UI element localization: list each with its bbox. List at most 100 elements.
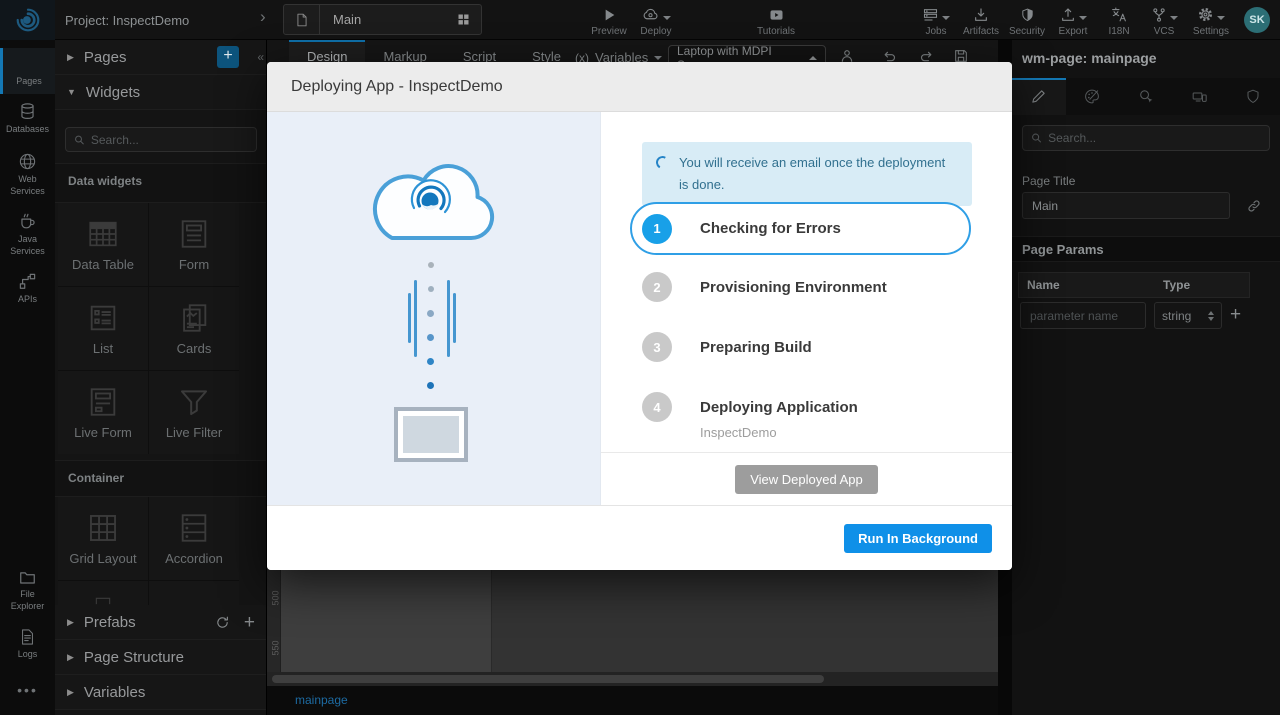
view-deployed-app-button[interactable]: View Deployed App xyxy=(735,465,878,494)
tab-properties[interactable] xyxy=(1012,78,1066,115)
coffee-cup-icon xyxy=(18,212,37,231)
search-icon xyxy=(74,134,85,146)
param-name-input[interactable] xyxy=(1020,302,1146,329)
rail-item-web-services[interactable]: WebServices xyxy=(0,152,55,208)
i18n-button[interactable]: I18N xyxy=(1095,5,1143,37)
caret-down-icon xyxy=(654,56,662,60)
rail-item-apis[interactable]: APIs xyxy=(0,272,55,318)
jobs-button[interactable]: Jobs xyxy=(912,5,960,37)
vcs-button[interactable]: VCS xyxy=(1140,5,1188,37)
deploy-button[interactable]: Deploy xyxy=(632,5,680,37)
variables-section-header[interactable]: ▶ Variables xyxy=(55,675,267,710)
preview-button[interactable]: Preview xyxy=(585,5,633,37)
user-avatar[interactable]: SK xyxy=(1244,7,1270,33)
rail-item-file-explorer[interactable]: FileExplorer xyxy=(0,568,55,624)
param-type-select[interactable]: string xyxy=(1154,302,1222,329)
selected-element-title: wm-page: mainpage xyxy=(1022,50,1157,66)
git-branch-icon xyxy=(1151,7,1167,23)
caret-down-icon xyxy=(1217,16,1225,20)
caret-down-icon xyxy=(663,16,671,20)
stream-dot xyxy=(427,358,434,365)
collapse-panel-icon[interactable]: « xyxy=(257,50,264,64)
stream-dot xyxy=(428,286,434,292)
tab-styles[interactable] xyxy=(1066,78,1120,115)
wavemaker-logo[interactable] xyxy=(0,0,55,40)
step-provisioning: 2 Provisioning Environment xyxy=(642,272,887,302)
widget-live-filter[interactable]: Live Filter xyxy=(149,371,239,454)
page-selector[interactable]: Main xyxy=(283,4,482,35)
export-button[interactable]: Export xyxy=(1049,5,1097,37)
stream-dot xyxy=(427,382,434,389)
scrollbar-thumb[interactable] xyxy=(272,675,824,683)
widget-accordion[interactable]: Accordion xyxy=(149,497,239,580)
live-filter-funnel-icon xyxy=(176,385,212,419)
tutorials-button[interactable]: Tutorials xyxy=(752,5,800,37)
properties-tabs xyxy=(1012,78,1280,115)
widget-partial-icon xyxy=(85,595,121,605)
deployment-info-banner: You will receive an email once the deplo… xyxy=(642,142,972,206)
add-prefab-button[interactable]: + xyxy=(244,615,255,630)
select-arrows-icon xyxy=(1208,311,1214,321)
canvas-breadcrumb-bar: mainpage xyxy=(267,686,998,715)
rail-more-button[interactable]: ••• xyxy=(0,682,55,706)
database-icon xyxy=(18,102,37,121)
data-table-icon xyxy=(84,217,122,251)
widget-list[interactable]: List xyxy=(58,287,148,370)
widget-form[interactable]: Form xyxy=(149,203,239,286)
widget-search-input[interactable] xyxy=(91,133,248,147)
page-structure-section-header[interactable]: ▶ Page Structure xyxy=(55,640,267,675)
widget-grid-layout[interactable]: Grid Layout xyxy=(58,497,148,580)
modal-footer: Run In Background xyxy=(267,505,1012,570)
tab-devices[interactable] xyxy=(1173,78,1227,115)
translate-i18n-icon xyxy=(1110,6,1128,23)
container-widgets-grid: Grid Layout Accordion xyxy=(58,497,239,605)
rail-item-databases[interactable]: Databases xyxy=(0,102,55,148)
rail-item-logs[interactable]: Logs xyxy=(0,628,55,674)
properties-search[interactable] xyxy=(1022,125,1270,151)
link-icon[interactable] xyxy=(1246,198,1262,214)
info-message: You will receive an email once the deplo… xyxy=(679,152,958,196)
widget-partial[interactable] xyxy=(149,581,239,605)
artifacts-button[interactable]: Artifacts xyxy=(957,5,1005,37)
monitor-screen xyxy=(403,416,459,453)
params-table-header: Name Type xyxy=(1018,272,1250,298)
page-title-label: Page Title xyxy=(1022,174,1075,188)
tab-events[interactable] xyxy=(1119,78,1173,115)
properties-search-input[interactable] xyxy=(1048,131,1261,145)
prefabs-section-header[interactable]: ▶ Prefabs + xyxy=(55,605,267,640)
widget-partial[interactable] xyxy=(58,581,148,605)
tab-security[interactable] xyxy=(1226,78,1280,115)
rail-item-java-services[interactable]: JavaServices xyxy=(0,212,55,268)
rail-item-pages[interactable]: Pages xyxy=(0,48,55,94)
stream-line xyxy=(408,293,411,343)
add-param-button[interactable]: + xyxy=(1230,304,1241,326)
widget-data-table[interactable]: Data Table xyxy=(58,203,148,286)
api-nodes-icon xyxy=(18,272,37,291)
top-bar: Project: InspectDemo › Main Preview Depl… xyxy=(0,0,1280,40)
add-page-button[interactable]: + xyxy=(217,46,239,68)
widget-search[interactable] xyxy=(65,127,257,152)
breadcrumb-chevron-icon[interactable]: › xyxy=(260,7,266,27)
pages-section-header[interactable]: ▶ Pages + « xyxy=(55,40,267,75)
logs-document-icon xyxy=(19,628,36,646)
folder-icon xyxy=(18,568,37,586)
caret-up-icon xyxy=(809,56,817,60)
left-icon-rail: Pages Databases WebServices JavaServices… xyxy=(0,40,55,715)
widget-cards[interactable]: Cards xyxy=(149,287,239,370)
breadcrumb-mainpage[interactable]: mainpage xyxy=(295,693,348,707)
deploy-steps-pane: You will receive an email once the deplo… xyxy=(601,112,1012,452)
widgets-section-header[interactable]: ▼ Widgets xyxy=(55,75,267,110)
horizontal-scrollbar[interactable] xyxy=(267,672,998,686)
page-title-input[interactable] xyxy=(1022,192,1230,219)
widget-live-form[interactable]: Live Form xyxy=(58,371,148,454)
stream-line xyxy=(453,293,456,343)
gear-settings-icon xyxy=(1197,6,1214,23)
settings-button[interactable]: Settings xyxy=(1187,5,1235,37)
run-in-background-button[interactable]: Run In Background xyxy=(844,524,992,553)
shield-icon xyxy=(1245,88,1261,105)
pages-grid-icon[interactable] xyxy=(456,12,471,27)
refresh-icon[interactable] xyxy=(215,615,230,630)
step-app-name: InspectDemo xyxy=(700,425,777,440)
security-button[interactable]: Security xyxy=(1003,5,1051,37)
collapsed-arrow-icon: ▶ xyxy=(67,617,74,628)
